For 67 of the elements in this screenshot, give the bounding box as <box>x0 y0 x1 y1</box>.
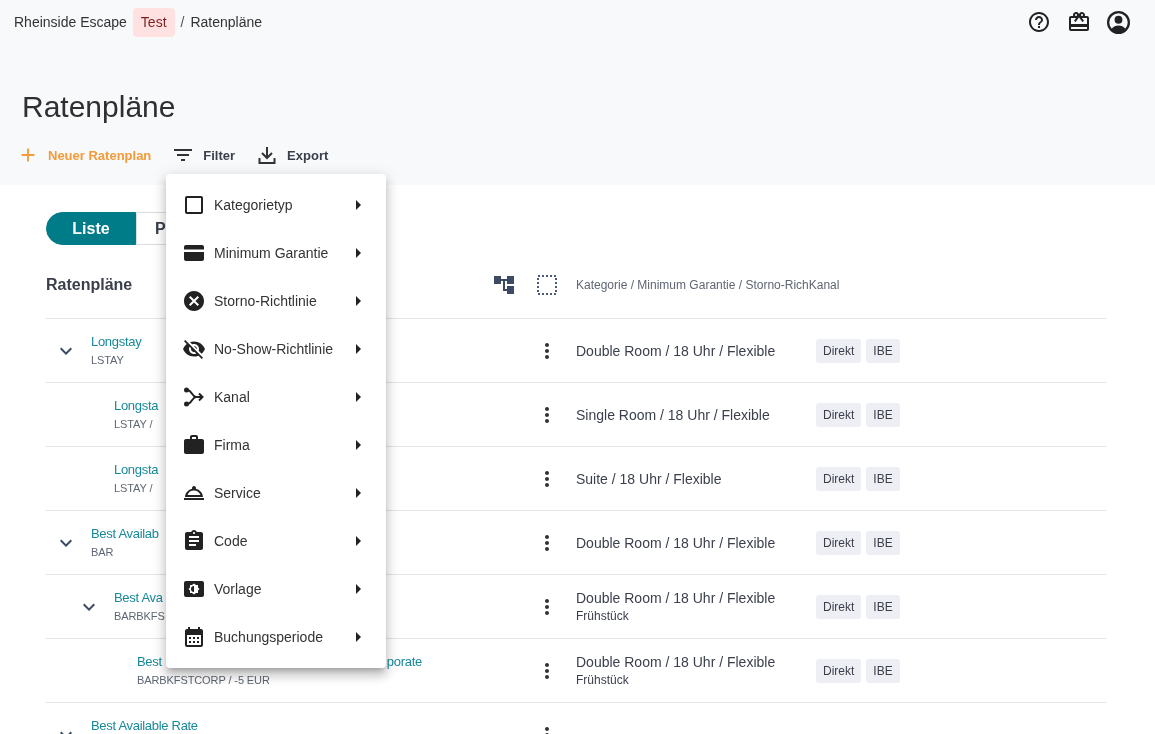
channel-tag: Direkt <box>816 402 862 427</box>
rate-plan-name[interactable]: Best Ava <box>114 589 163 607</box>
rate-plan-details: Suite / 18 Uhr / Flexible <box>576 469 723 488</box>
channel-tag: Direkt <box>816 466 862 491</box>
square-outline-icon <box>182 193 206 217</box>
dashed-square-icon[interactable] <box>537 275 557 295</box>
rate-plan-details: Double Room / 18 Uhr / Flexible <box>576 589 777 607</box>
menu-item[interactable]: Storno-Richtlinie <box>166 277 386 325</box>
rate-plan-name[interactable]: porate <box>386 653 422 671</box>
rate-plan-name[interactable]: Longsta <box>114 461 159 479</box>
rate-plan-code: BAR <box>91 545 115 560</box>
menu-item[interactable]: Kategorietyp <box>166 181 386 229</box>
environment-badge: Test <box>132 7 175 37</box>
rate-plan-code: BARBKFSTCORP / -5 EUR <box>137 673 271 688</box>
clipboard-icon <box>182 529 206 553</box>
rate-plan-code: LSTAY / <box>114 417 154 432</box>
menu-item[interactable]: Kanal <box>166 373 386 421</box>
rate-plan-code: BARBKFS <box>114 609 165 624</box>
channel-tag: Direkt <box>816 338 862 363</box>
breadcrumb-link[interactable]: Rheinside Escape <box>14 14 127 30</box>
menu-item[interactable]: Firma <box>166 421 386 469</box>
menu-item[interactable]: Service <box>166 469 386 517</box>
breadcrumb-separator: / <box>180 14 185 30</box>
hierarchy-icon[interactable] <box>492 273 516 297</box>
channel-tag: IBE <box>866 530 900 555</box>
channel-tag: IBE <box>866 594 900 619</box>
menu-item[interactable]: Minimum Garantie <box>166 229 386 277</box>
rate-plan-name[interactable]: Best Availab <box>91 525 159 543</box>
channel-tag: Direkt <box>816 530 862 555</box>
column-labels: Kategorie / Minimum Garantie / Storno-RichKanal <box>576 277 840 293</box>
section-title: Ratenpläne <box>46 276 134 294</box>
menu-item[interactable]: Code <box>166 517 386 565</box>
service-label: Frühstück <box>576 608 630 624</box>
rate-plan-name[interactable]: Best <box>137 653 162 671</box>
eye-off-icon <box>182 337 206 361</box>
help-icon[interactable] <box>1027 10 1051 34</box>
page-title: Ratenpläne <box>22 89 177 125</box>
account-icon[interactable] <box>1107 10 1130 34</box>
filter-button[interactable]: Filter <box>165 137 242 173</box>
breadcrumb-current: Ratenpläne <box>190 14 263 30</box>
download-icon <box>258 146 277 164</box>
export-button[interactable]: Export <box>249 137 335 173</box>
gift-card-icon[interactable] <box>1067 10 1091 34</box>
rate-plan-name[interactable]: Longstay <box>91 333 142 351</box>
channel-tag: IBE <box>866 402 900 427</box>
channel-tag: IBE <box>866 338 900 363</box>
rate-plan-details: Single Room / 18 Uhr / Flexible <box>576 405 771 424</box>
rate-plan-details: Double Room / 18 Uhr / Flexible <box>576 533 777 552</box>
rate-plan-name[interactable]: Longsta <box>114 397 159 415</box>
rate-plan-details: Double Room / 18 Uhr / Flexible <box>576 653 777 671</box>
rate-plan-code: LSTAY / <box>114 481 154 496</box>
rate-plan-code: LSTAY <box>91 353 125 368</box>
menu-item[interactable]: No-Show-Richtlinie <box>166 325 386 373</box>
rate-plan-details: Double Room / 18 Uhr / Flexible <box>576 341 777 360</box>
briefcase-icon <box>182 433 206 457</box>
channel-tag: Direkt <box>816 658 862 683</box>
channel-tag: Direkt <box>816 594 862 619</box>
calendar-icon <box>182 625 206 649</box>
channel-tag: IBE <box>866 658 900 683</box>
credit-card-icon <box>184 245 204 261</box>
menu-item[interactable]: Vorlage <box>166 565 386 613</box>
service-label: Frühstück <box>576 672 630 688</box>
channel-tag: IBE <box>866 466 900 491</box>
rate-plan-name[interactable]: Best Available Rate <box>91 717 198 734</box>
view-tab[interactable]: Liste <box>46 212 136 245</box>
menu-item[interactable]: Buchungsperiode <box>166 613 386 661</box>
fork-arrow-icon <box>184 387 204 407</box>
